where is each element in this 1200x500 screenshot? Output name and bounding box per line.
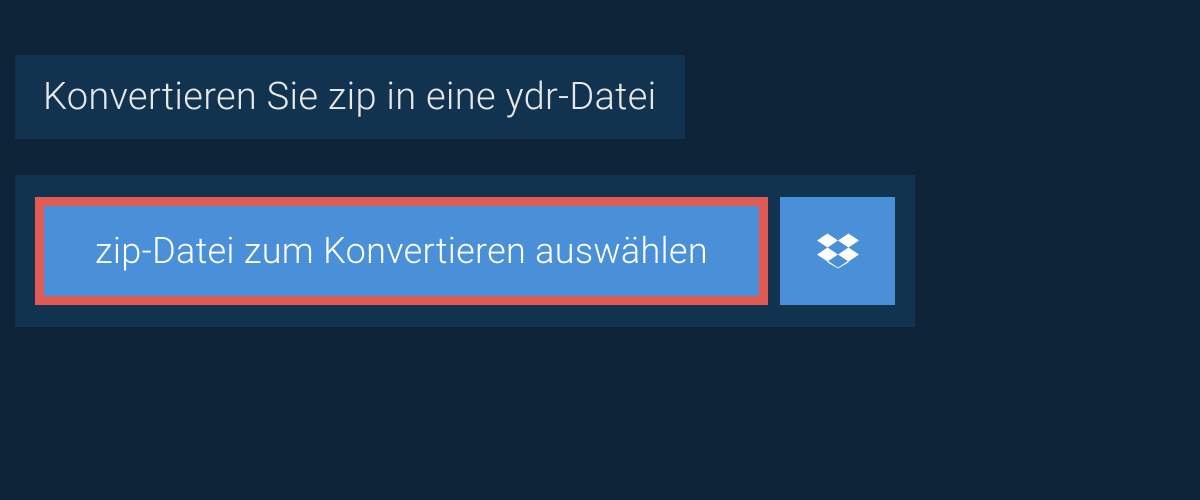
dropbox-button[interactable]	[780, 197, 895, 305]
select-file-label: zip-Datei zum Konvertieren auswählen	[95, 230, 708, 272]
page-title: Konvertieren Sie zip in eine ydr-Datei	[43, 75, 657, 119]
dropbox-icon	[817, 230, 859, 272]
action-panel: zip-Datei zum Konvertieren auswählen	[15, 175, 915, 327]
header-bar: Konvertieren Sie zip in eine ydr-Datei	[15, 55, 685, 139]
select-file-button[interactable]: zip-Datei zum Konvertieren auswählen	[35, 197, 768, 305]
